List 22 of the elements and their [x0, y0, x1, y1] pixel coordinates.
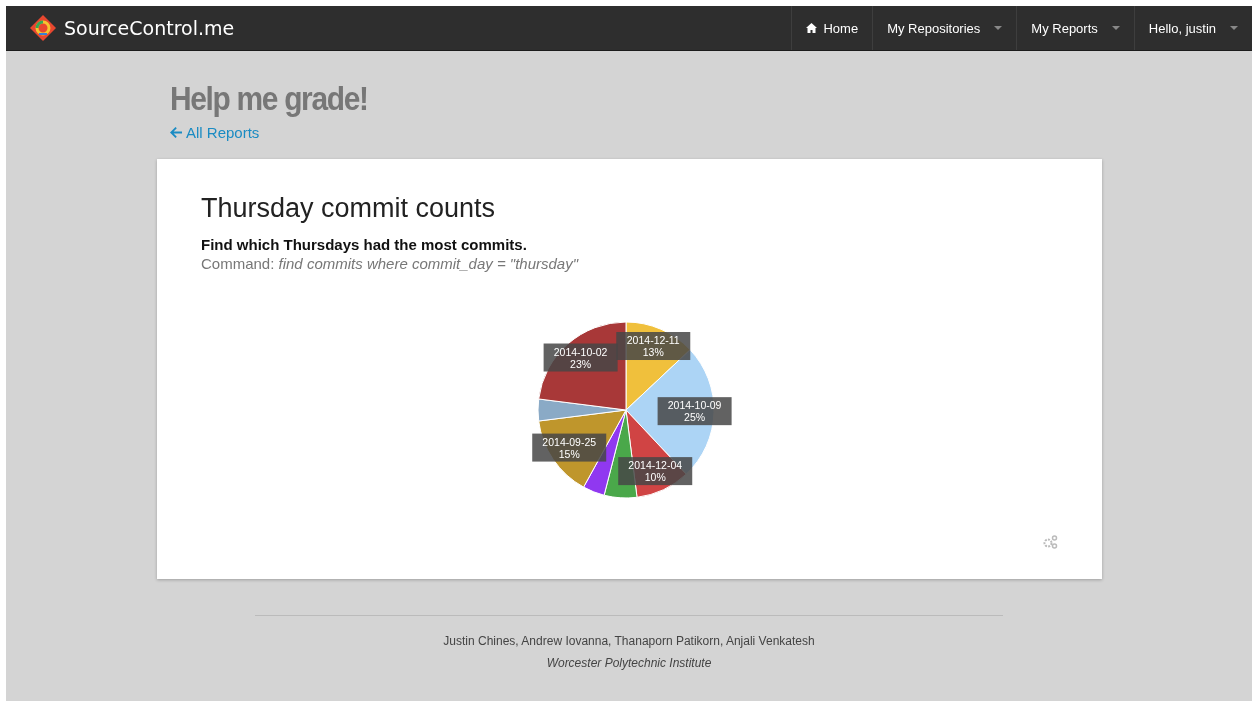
slice-date: 2014-10-02 — [553, 345, 608, 358]
arrow-left-icon — [170, 127, 182, 138]
slice-date: 2014-12-11 — [626, 334, 680, 346]
slice-percent: 23% — [570, 357, 592, 370]
command-text: Command: find commits where commit_day = "thursday" — [201, 255, 580, 272]
slice-date: 2014-10-09 — [667, 399, 722, 412]
brand-name: SourceControl.me — [64, 17, 235, 39]
brand-link[interactable]: SourceControl.me — [6, 6, 792, 50]
slice-date: 2014-12-04 — [628, 459, 683, 472]
logo-icon — [30, 15, 56, 41]
slice-percent: 13% — [642, 346, 664, 358]
slice-percent: 25% — [684, 411, 706, 424]
report-description: Find which Thursdays had the most commits. — [201, 236, 528, 253]
slice-percent: 10% — [644, 471, 666, 484]
institution-text: Worcester Polytechnic Institute — [546, 656, 712, 670]
slice-percent: 15% — [558, 447, 580, 460]
page-title: Help me grade! — [170, 79, 368, 118]
slice-date: 2014-09-25 — [542, 435, 597, 448]
authors-text: Justin Chines, Andrew Iovanna, Thanaporn Patikorn, Anjali Venkatesh — [443, 634, 815, 648]
gears-icon[interactable] — [1042, 535, 1058, 549]
report-title: Thursday commit counts — [201, 193, 497, 224]
home-icon — [806, 23, 818, 33]
